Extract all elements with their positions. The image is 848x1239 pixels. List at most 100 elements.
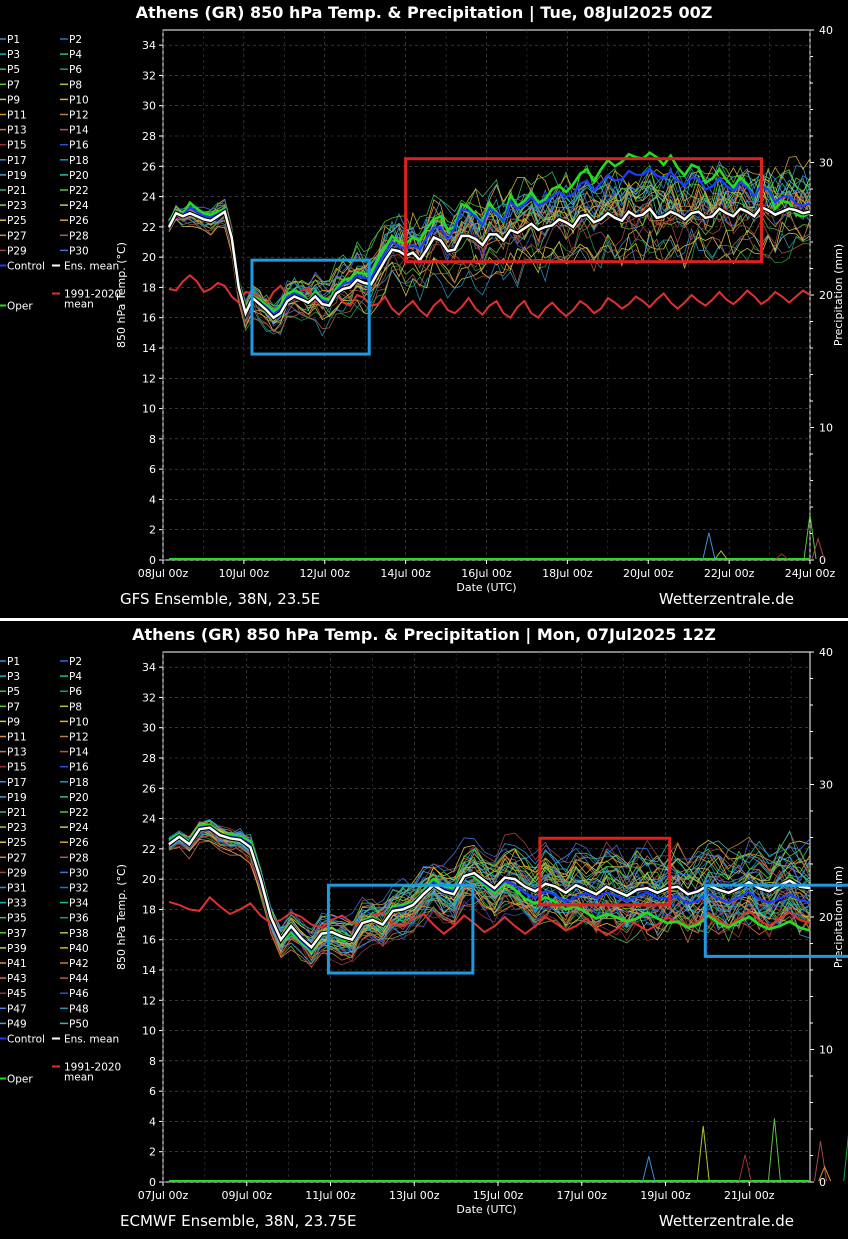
- legend-label: P15: [7, 140, 27, 152]
- y-tick-label: 18: [142, 281, 156, 294]
- x-tick-label: 08Jul 00z: [138, 567, 189, 580]
- y-axis-label: 850 hPa Temp. (°C): [115, 864, 128, 970]
- y-tick-label: 6: [149, 463, 156, 476]
- y-tick-label: 16: [142, 934, 156, 947]
- legend-label: P50: [69, 1018, 89, 1030]
- x-tick-label: 18Jul 00z: [542, 567, 593, 580]
- legend-label: P2: [69, 34, 82, 46]
- y-tick-label: 32: [142, 69, 156, 82]
- legend-mean-label: Ens. mean: [64, 1034, 119, 1046]
- legend-label: P10: [69, 94, 89, 106]
- y-tick-label: 4: [149, 1115, 156, 1128]
- legend-label: P16: [69, 762, 89, 774]
- legend-label: P13: [7, 747, 27, 759]
- legend-label: P20: [69, 792, 89, 804]
- x-tick-label: 17Jul 00z: [556, 1189, 607, 1202]
- legend-label: P4: [69, 49, 82, 61]
- legend-label: P21: [7, 807, 27, 819]
- member-line: [168, 212, 811, 334]
- y-tick-label: 2: [149, 524, 156, 537]
- legend-label: P32: [69, 883, 89, 895]
- y-tick-label: 2: [149, 1146, 156, 1159]
- x-tick-label: 12Jul 00z: [299, 567, 350, 580]
- x-tick-label: 07Jul 00z: [138, 1189, 189, 1202]
- x-tick-label: 10Jul 00z: [219, 567, 270, 580]
- x-tick-label: 21Jul 00z: [724, 1189, 775, 1202]
- legend-label: P18: [69, 777, 89, 789]
- legend-clim-label-2: mean: [64, 299, 94, 311]
- legend-label: P17: [7, 155, 27, 167]
- legend-label: P31: [7, 883, 27, 895]
- legend-label: P35: [7, 913, 27, 925]
- legend-label: P11: [7, 110, 27, 122]
- legend-mean-label: Ens. mean: [64, 261, 119, 273]
- legend-label: P19: [7, 170, 27, 182]
- legend-label: P23: [7, 200, 27, 212]
- ecmwf-panel: Athens (GR) 850 hPa Temp. & Precipitatio…: [0, 622, 848, 1239]
- legend-label: P48: [69, 1003, 89, 1015]
- legend-label: P33: [7, 898, 27, 910]
- y-tick-label: 34: [142, 39, 156, 52]
- legend-label: P17: [7, 777, 27, 789]
- y-tick-label: 10: [142, 1025, 156, 1038]
- legend-label: P6: [69, 686, 82, 698]
- y-tick-label: 26: [142, 160, 156, 173]
- brand-label: Wetterzentrale.de: [658, 1212, 794, 1230]
- legend-label: P15: [7, 762, 27, 774]
- y2-tick-label: 0: [819, 554, 826, 567]
- x-tick-label: 15Jul 00z: [473, 1189, 524, 1202]
- y-tick-label: 18: [142, 903, 156, 916]
- legend-label: P28: [69, 230, 89, 242]
- legend-label: P25: [7, 837, 27, 849]
- x-tick-label: 16Jul 00z: [461, 567, 512, 580]
- legend-label: P23: [7, 822, 27, 834]
- y-tick-label: 24: [142, 813, 156, 826]
- legend-label: P38: [69, 928, 89, 940]
- member-line: [168, 176, 811, 313]
- y-tick-label: 6: [149, 1085, 156, 1098]
- panel-divider: [0, 618, 848, 621]
- legend-label: P37: [7, 928, 27, 940]
- y2-tick-label: 10: [819, 422, 833, 435]
- precip-spike: [843, 1134, 848, 1182]
- source-label: ECMWF Ensemble, 38N, 23.75E: [120, 1212, 357, 1230]
- y-tick-label: 8: [149, 1055, 156, 1068]
- legend-label: P26: [69, 215, 89, 227]
- legend-label: P11: [7, 732, 27, 744]
- legend-label: P7: [7, 79, 20, 91]
- legend-clim-label-2: mean: [64, 1072, 94, 1084]
- y-tick-label: 26: [142, 782, 156, 795]
- y2-tick-label: 10: [819, 1044, 833, 1057]
- legend-label: P14: [69, 125, 89, 137]
- legend-label: P9: [7, 716, 20, 728]
- legend-oper-label: Oper: [7, 1074, 33, 1086]
- y2-tick-label: 20: [819, 289, 833, 302]
- y-tick-label: 20: [142, 873, 156, 886]
- legend-label: P5: [7, 64, 20, 76]
- y2-tick-label: 30: [819, 157, 833, 170]
- ecmwf-chart: 0246810121416182022242628303234010203040…: [0, 646, 848, 1216]
- legend-label: P6: [69, 64, 82, 76]
- legend-label: P16: [69, 140, 89, 152]
- y-tick-label: 8: [149, 433, 156, 446]
- source-label: GFS Ensemble, 38N, 23.5E: [120, 590, 321, 608]
- legend-label: P25: [7, 215, 27, 227]
- gfs-panel: Athens (GR) 850 hPa Temp. & Precipitatio…: [0, 0, 848, 618]
- legend-label: P36: [69, 913, 89, 925]
- legend-label: P8: [69, 79, 82, 91]
- legend-label: P49: [7, 1018, 27, 1030]
- y-tick-label: 4: [149, 493, 156, 506]
- legend-label: P43: [7, 973, 27, 985]
- legend-label: P30: [69, 245, 89, 257]
- y-tick-label: 34: [142, 661, 156, 674]
- precip-spike: [642, 1156, 656, 1182]
- x-tick-label: 11Jul 00z: [305, 1189, 356, 1202]
- legend-label: P14: [69, 747, 89, 759]
- y2-tick-label: 40: [819, 24, 833, 37]
- legend-label: P1: [7, 656, 20, 668]
- y-tick-label: 14: [142, 342, 156, 355]
- gfs-chart: 0246810121416182022242628303234010203040…: [0, 24, 845, 594]
- legend-label: P18: [69, 155, 89, 167]
- legend-label: P8: [69, 701, 82, 713]
- legend-label: P12: [69, 110, 89, 122]
